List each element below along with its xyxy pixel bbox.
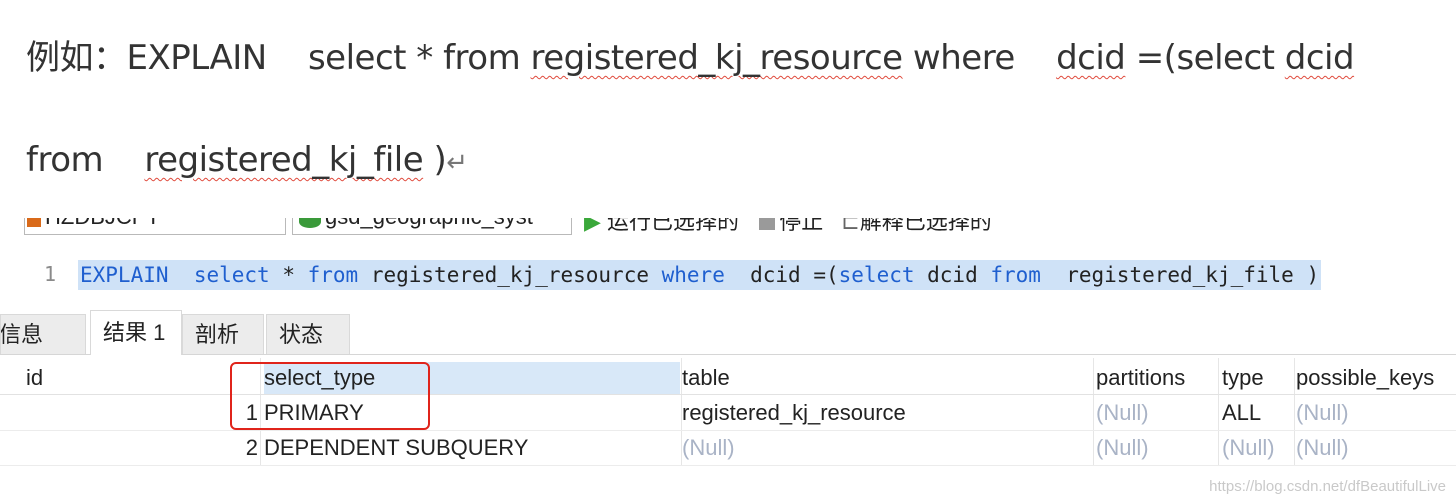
column-header-table[interactable]: table	[682, 362, 1092, 394]
explain-selected-button[interactable]: 解释已选择的	[860, 218, 992, 234]
line1-table-name: registered_kj_resource	[530, 38, 904, 78]
database-select[interactable]: gsd_geographic_syst	[292, 218, 572, 235]
cell-type[interactable]: (Null)	[1222, 431, 1294, 463]
result-tabs: 信息 剖析 状态 结果 1	[0, 310, 1456, 355]
line1-mid: where	[902, 38, 1057, 78]
sql-code-line[interactable]: EXPLAIN select * from registered_kj_reso…	[78, 260, 1322, 290]
cell-type[interactable]: ALL	[1222, 396, 1294, 428]
stop-icon[interactable]	[759, 218, 776, 231]
keyword-explain: EXPLAIN	[80, 263, 169, 287]
line1-column-name-2: dcid	[1284, 38, 1355, 78]
cell-select-type[interactable]: DEPENDENT SUBQUERY	[264, 431, 680, 463]
line1-mid2: =(select	[1125, 38, 1285, 78]
cell-id[interactable]: 1	[26, 396, 264, 428]
keyword-from-2: from	[990, 263, 1041, 287]
tab-result-1[interactable]: 结果 1	[90, 310, 182, 355]
line2-prefix: from	[26, 140, 145, 180]
watermark: https://blog.csdn.net/dfBeautifulLive	[1209, 478, 1446, 495]
cell-partitions[interactable]: (Null)	[1096, 396, 1216, 428]
column-header-possible-keys[interactable]: possible_keys	[1296, 362, 1456, 394]
highlight-box	[230, 362, 430, 430]
run-selected-button[interactable]: 运行已选择的	[607, 218, 739, 234]
run-icon[interactable]: ▶	[584, 218, 601, 234]
stop-button[interactable]: 停止	[779, 218, 823, 234]
connection-select[interactable]: HZDBJCPT	[24, 218, 286, 235]
column-header-partitions[interactable]: partitions	[1096, 362, 1216, 394]
column-header-type[interactable]: type	[1222, 362, 1294, 394]
document-line-1: 例如：EXPLAIN select * from registered_kj_r…	[26, 30, 1355, 79]
line-number: 1	[44, 262, 57, 286]
tab-info[interactable]: 信息	[0, 314, 86, 354]
cell-table[interactable]: (Null)	[682, 431, 1092, 463]
cell-partitions[interactable]: (Null)	[1096, 431, 1216, 463]
cell-possible-keys[interactable]: (Null)	[1296, 396, 1456, 428]
line1-prefix: 例如：EXPLAIN select * from	[26, 38, 531, 78]
code-table-file: registered_kj_file )	[1040, 263, 1320, 287]
explain-icon[interactable]: ⊏	[841, 218, 859, 234]
return-mark-icon: ↵	[446, 148, 468, 178]
cell-id[interactable]: 2	[26, 431, 264, 463]
sql-editor[interactable]: 1 EXPLAIN select * from registered_kj_re…	[0, 250, 1456, 300]
cell-table[interactable]: registered_kj_resource	[682, 396, 1092, 428]
code-column: dcid	[914, 263, 991, 287]
query-toolbar: HZDBJCPT gsd_geographic_syst ▶ 运行已选择的 停止…	[0, 218, 1456, 246]
database-icon	[299, 218, 321, 229]
code-condition: dcid =(	[724, 263, 839, 287]
keyword-select-2: select	[838, 263, 915, 287]
keyword-from: from	[307, 263, 359, 287]
tab-status[interactable]: 状态	[266, 314, 350, 354]
line2-table-name: registered_kj_file	[144, 140, 424, 180]
cell-possible-keys[interactable]: (Null)	[1296, 431, 1456, 463]
line1-column-name: dcid	[1056, 38, 1126, 78]
keyword-select: select	[193, 263, 270, 287]
code-star: *	[269, 263, 308, 287]
tab-profile[interactable]: 剖析	[182, 314, 264, 354]
table-row[interactable]: 1 PRIMARY registered_kj_resource (Null) …	[0, 396, 1456, 431]
document-line-2: from registered_kj_file )↵	[26, 140, 468, 180]
column-header-id[interactable]: id	[26, 362, 258, 394]
grid-header: id select_type table partitions type pos…	[0, 362, 1456, 395]
keyword-where: where	[661, 263, 725, 287]
toolbar-actions: ▶ 运行已选择的 停止 ⊏解释已选择的	[584, 218, 992, 236]
connection-name: HZDBJCPT	[45, 218, 160, 229]
database-name: gsd_geographic_syst	[325, 218, 533, 229]
code-table-resource: registered_kj_resource	[358, 263, 662, 287]
table-row[interactable]: 2 DEPENDENT SUBQUERY (Null) (Null) (Null…	[0, 431, 1456, 466]
connection-icon	[27, 218, 41, 228]
line2-suffix: )	[423, 140, 447, 180]
